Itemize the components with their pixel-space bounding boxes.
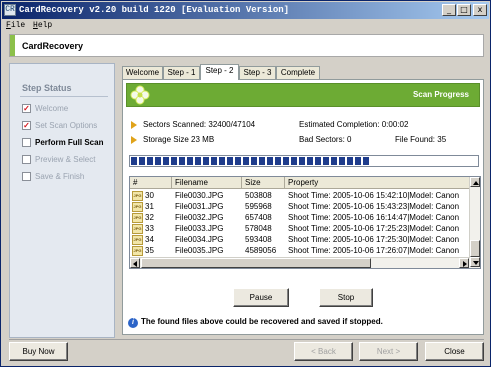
- menu-file[interactable]: File: [6, 20, 25, 32]
- menu-help[interactable]: Help: [33, 20, 52, 32]
- app-window: CR CardRecovery v2.20 build 1220 [Evalua…: [0, 0, 491, 367]
- banner-accent-bar: [10, 35, 15, 56]
- title-bar[interactable]: CR CardRecovery v2.20 build 1220 [Evalua…: [2, 2, 489, 19]
- footer-divider: [9, 339, 484, 340]
- scan-progress-bar: [129, 155, 479, 167]
- tab-step-2[interactable]: Step - 2: [200, 64, 239, 80]
- vertical-scrollbar[interactable]: [469, 177, 480, 268]
- bullet-arrow-icon: [131, 121, 137, 129]
- progress-fill: [131, 157, 370, 165]
- scroll-up-arrow-icon: [473, 181, 479, 185]
- step-check-icon: ✓: [22, 104, 31, 113]
- app-icon: CR: [4, 4, 16, 16]
- cell-size: 4589056: [245, 246, 277, 255]
- step-status-heading: Step Status: [22, 83, 72, 93]
- vertical-scroll-thumb[interactable]: [470, 240, 480, 257]
- step-label: Welcome: [35, 104, 69, 113]
- scan-progress-panel: Scan Progress Sectors Scanned: 32400/471…: [122, 79, 484, 335]
- step-checkbox-icon: [22, 155, 31, 164]
- pause-button[interactable]: Pause: [233, 288, 289, 307]
- files-found: File Found: 35: [395, 135, 447, 144]
- info-message: i The found files above could be recovere…: [128, 317, 383, 328]
- jpg-file-icon: JPG: [132, 235, 143, 245]
- scroll-left-button[interactable]: [130, 258, 140, 268]
- column-header-filename[interactable]: Filename: [172, 177, 242, 189]
- banner-title: CardRecovery: [22, 41, 84, 51]
- scroll-right-button[interactable]: [459, 258, 469, 268]
- clover-logo-icon: [130, 85, 150, 105]
- maximize-button[interactable]: □: [457, 4, 471, 16]
- tab-step-3[interactable]: Step - 3: [239, 66, 276, 79]
- jpg-file-icon: JPG: [132, 246, 143, 256]
- scroll-up-button[interactable]: [470, 177, 480, 187]
- step-checkbox-icon: [22, 138, 31, 147]
- step-label: Perform Full Scan: [35, 138, 104, 147]
- back-button[interactable]: < Back: [294, 342, 353, 361]
- cell-property: Shoot Time: 2005-10-06 17:26:07|Model: C…: [288, 246, 460, 255]
- panel-header: Scan Progress: [126, 83, 480, 107]
- buy-now-button[interactable]: Buy Now: [9, 342, 68, 361]
- tab-complete[interactable]: Complete: [276, 66, 320, 79]
- step-label: Save & Finish: [35, 172, 85, 181]
- jpg-file-icon: JPG: [132, 224, 143, 234]
- table-row[interactable]: JPG 35 File0035.JPG 4589056 Shoot Time: 2005…: [130, 245, 470, 257]
- menu-help-label: elp: [37, 21, 53, 30]
- window-title: CardRecovery v2.20 build 1220 [Evaluatio…: [19, 5, 290, 15]
- tab-welcome[interactable]: Welcome: [122, 66, 163, 79]
- step-label: Set Scan Options: [35, 121, 98, 130]
- info-icon: i: [128, 318, 138, 328]
- scroll-down-arrow-icon: [473, 261, 479, 265]
- step-checkbox-icon: [22, 172, 31, 181]
- bullet-arrow-icon: [131, 136, 137, 144]
- column-header-size[interactable]: Size: [242, 177, 285, 189]
- close-window-button[interactable]: x: [473, 4, 487, 16]
- sectors-scanned: Sectors Scanned: 32400/47104: [143, 120, 256, 129]
- list-header: # Filename Size Property: [130, 177, 470, 189]
- scroll-left-arrow-icon: [133, 261, 137, 267]
- scroll-down-button[interactable]: [470, 257, 480, 267]
- menu-file-label: ile: [10, 21, 26, 30]
- info-text: The found files above could be recovered…: [141, 317, 383, 326]
- minimize-button[interactable]: _: [442, 4, 456, 16]
- column-header-number[interactable]: #: [130, 177, 172, 189]
- bad-sectors: Bad Sectors: 0: [299, 135, 352, 144]
- horizontal-scroll-thumb[interactable]: [141, 258, 371, 268]
- step-status-sidebar: Step Status ✓ Welcome ✓ Set Scan Options…: [9, 63, 115, 338]
- jpg-file-icon: JPG: [132, 202, 143, 212]
- jpg-file-icon: JPG: [132, 213, 143, 223]
- jpg-file-icon: JPG: [132, 191, 143, 201]
- menu-bar: File Help: [3, 20, 489, 33]
- scroll-right-arrow-icon: [463, 261, 467, 267]
- step-check-icon: ✓: [22, 121, 31, 130]
- next-button[interactable]: Next >: [359, 342, 418, 361]
- column-header-property[interactable]: Property: [285, 177, 470, 189]
- sidebar-divider: [20, 96, 108, 97]
- close-button[interactable]: Close: [425, 342, 484, 361]
- estimated-completion: Estimated Completion: 0:00:02: [299, 120, 409, 129]
- found-files-list[interactable]: # Filename Size Property JPG 30 File0030.J…: [129, 176, 481, 269]
- tab-step-1[interactable]: Step - 1: [163, 66, 200, 79]
- step-label: Preview & Select: [35, 155, 96, 164]
- stop-button[interactable]: Stop: [319, 288, 373, 307]
- storage-size: Storage Size 23 MB: [143, 135, 215, 144]
- horizontal-scrollbar[interactable]: [130, 257, 470, 268]
- cell-number: 35: [145, 246, 154, 255]
- panel-title: Scan Progress: [412, 90, 469, 99]
- app-banner: CardRecovery: [9, 34, 484, 57]
- cell-filename: File0035.JPG: [175, 246, 224, 255]
